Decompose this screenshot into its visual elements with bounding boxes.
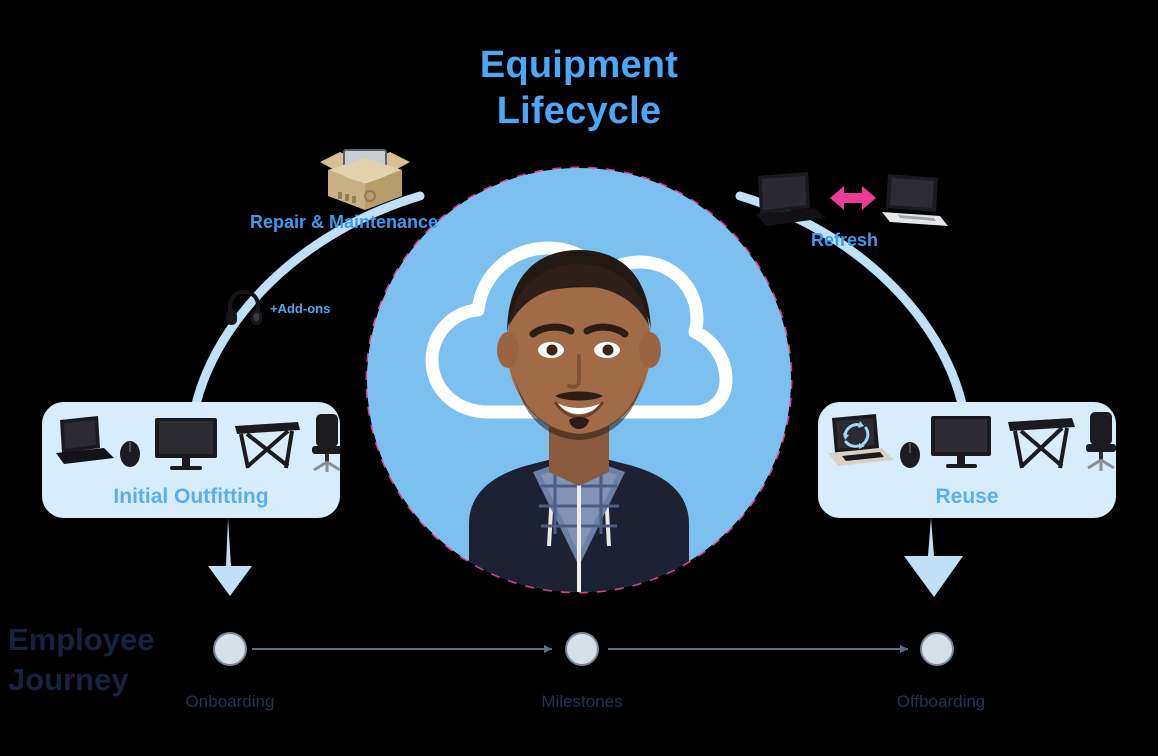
headphones-icon bbox=[226, 289, 262, 325]
timeline-label-offboarding: Offboarding bbox=[896, 692, 986, 711]
timeline-node-milestones[interactable] bbox=[565, 632, 599, 666]
card-reuse-label: Reuse bbox=[935, 485, 999, 508]
monitor-icon bbox=[155, 418, 217, 470]
card-initial-outfitting[interactable]: Initial Outfitting bbox=[42, 402, 340, 518]
desk-icon bbox=[235, 422, 300, 469]
laptop-recycle-icon bbox=[828, 414, 894, 466]
timeline-node-onboarding[interactable] bbox=[213, 632, 247, 666]
office-chair-icon bbox=[312, 414, 340, 472]
addons-label: +Add-ons bbox=[270, 301, 331, 316]
refresh-label: Refresh bbox=[811, 230, 879, 250]
mouse-icon bbox=[900, 442, 920, 468]
down-arrow-onboarding bbox=[208, 518, 252, 596]
card-initial-outfitting-label: Initial Outfitting bbox=[113, 485, 269, 508]
timeline-connectors bbox=[252, 645, 908, 653]
initial-outfitting-equipment-icons bbox=[56, 414, 340, 472]
timeline-node-offboarding[interactable] bbox=[920, 632, 954, 666]
mouse-icon bbox=[120, 441, 140, 467]
down-arrow-offboarding bbox=[904, 518, 963, 597]
two-laptops-swap-icon bbox=[756, 172, 948, 226]
office-chair-icon bbox=[1086, 412, 1116, 471]
laptop-icon bbox=[56, 416, 114, 464]
timeline-label-onboarding: Onboarding bbox=[185, 692, 275, 711]
card-reuse[interactable]: Reuse bbox=[818, 402, 1116, 518]
monitor-icon bbox=[931, 416, 991, 468]
employee-journey-timeline: Onboarding Milestones Offboarding bbox=[0, 600, 1158, 756]
timeline-label-milestones: Milestones bbox=[541, 692, 623, 711]
desk-icon bbox=[1008, 418, 1075, 469]
repair-maintenance-label: Repair & Maintenance bbox=[250, 212, 439, 232]
reuse-equipment-icons bbox=[828, 412, 1116, 471]
refresh-arrow-icon bbox=[830, 186, 876, 210]
infographic-canvas: Equipment Lifecycle Repair & Maintenance… bbox=[0, 0, 1158, 756]
box-with-laptop-icon bbox=[320, 149, 410, 210]
employee-portrait bbox=[469, 250, 689, 592]
